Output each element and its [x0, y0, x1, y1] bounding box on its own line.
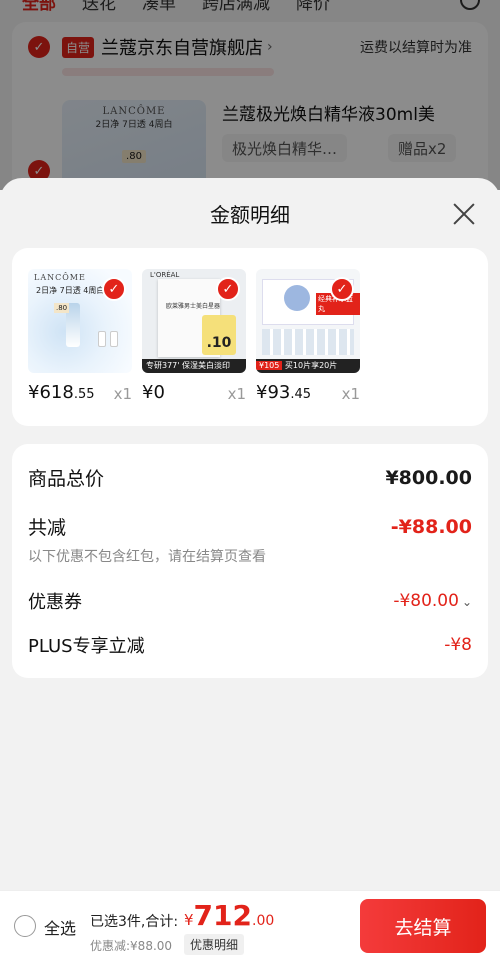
image-banner: 专研377' 保湿美白淡印 — [142, 359, 246, 373]
selected-count: 已选3件,合计: — [90, 914, 179, 930]
image-banner: ¥105 买10片享20片 — [256, 359, 360, 373]
image-tag: .10 — [202, 315, 236, 355]
reduction-note: 以下优惠不包含红包，请在结算页查看 — [28, 549, 266, 565]
coupon-row[interactable]: 优惠券 -¥80.00 ⌄ — [28, 588, 472, 614]
check-icon[interactable]: ✓ — [330, 277, 354, 301]
image-brand: LANCÔME — [34, 273, 86, 282]
product-item[interactable]: 经典补水蓝丸 ¥105 买10片享20片 ✓ ¥93.45 x1 — [256, 269, 360, 403]
image-sub: 2日净 7日透 4周白 — [36, 286, 105, 295]
total-price-value: ¥800.00 — [385, 466, 472, 489]
image-brand: L'ORÉAL — [150, 271, 180, 279]
product-image[interactable]: L'ORÉAL 欧莱雅男士美白星器 .10 专研377' 保湿美白淡印 ✓ — [142, 269, 246, 373]
product-item[interactable]: L'ORÉAL 欧莱雅男士美白星器 .10 专研377' 保湿美白淡印 ✓ ¥0… — [142, 269, 246, 403]
radio-unchecked-icon[interactable] — [14, 915, 36, 937]
total-amount: ¥712.00 — [184, 899, 275, 932]
image-tag: .80 — [54, 303, 70, 313]
chevron-down-icon[interactable]: ⌄ — [462, 595, 472, 609]
overlay-mask[interactable] — [0, 0, 500, 190]
product-quantity: x1 — [227, 385, 246, 403]
checkout-button[interactable]: 去结算 — [360, 899, 486, 953]
discount-detail-button[interactable]: 优惠明细 — [184, 934, 245, 955]
amount-detail-sheet: 金额明细 LANCÔME 2日净 7日透 4周白 .80 ✓ ¥618.55 x… — [0, 178, 500, 962]
product-quantity: x1 — [113, 385, 132, 403]
selected-products: LANCÔME 2日净 7日透 4周白 .80 ✓ ¥618.55 x1 L'O… — [12, 248, 488, 426]
plus-discount-row: PLUS专享立减 -¥8 — [28, 632, 472, 658]
product-image[interactable]: 经典补水蓝丸 ¥105 买10片享20片 ✓ — [256, 269, 360, 373]
cart-background: 全部 送花 凑单 跨店满减 降价 ✓ 自营 兰蔻京东自营旗舰店 › 运费以结算时… — [0, 0, 500, 190]
product-image[interactable]: LANCÔME 2日净 7日透 4周白 .80 ✓ — [28, 269, 132, 373]
discount-amount: 优惠减:¥88.00 — [90, 939, 173, 953]
check-icon[interactable]: ✓ — [216, 277, 240, 301]
total-reduction-label: 共减 — [28, 517, 67, 539]
coupon-label: 优惠券 — [28, 592, 82, 613]
total-price-row: 商品总价 ¥800.00 — [28, 464, 472, 491]
select-all-label[interactable]: 全选 — [44, 915, 76, 939]
product-quantity: x1 — [341, 385, 360, 403]
checkout-bar: 全选 已选3件,合计: ¥712.00 优惠减:¥88.00 优惠明细 去结算 — [0, 890, 500, 962]
total-reduction-row: 共减 -¥88.00 — [28, 513, 472, 540]
plus-discount-value: -¥8 — [444, 635, 472, 655]
sheet-title: 金额明细 — [210, 203, 290, 227]
product-price: ¥93.45 — [256, 382, 312, 403]
image-sub: 欧莱雅男士美白星器 — [166, 303, 221, 310]
total-price-label: 商品总价 — [28, 468, 105, 490]
plus-discount-label: PLUS专享立减 — [28, 636, 145, 657]
amount-summary: 商品总价 ¥800.00 共减 -¥88.00 以下优惠不包含红包，请在结算页查… — [12, 444, 488, 678]
product-item[interactable]: LANCÔME 2日净 7日透 4周白 .80 ✓ ¥618.55 x1 — [28, 269, 132, 403]
coupon-value[interactable]: -¥80.00 ⌄ — [393, 591, 472, 611]
total-reduction-value: -¥88.00 — [390, 515, 472, 538]
product-price: ¥0 — [142, 382, 165, 403]
check-icon[interactable]: ✓ — [102, 277, 126, 301]
product-price: ¥618.55 — [28, 382, 95, 403]
close-icon[interactable] — [452, 202, 476, 226]
